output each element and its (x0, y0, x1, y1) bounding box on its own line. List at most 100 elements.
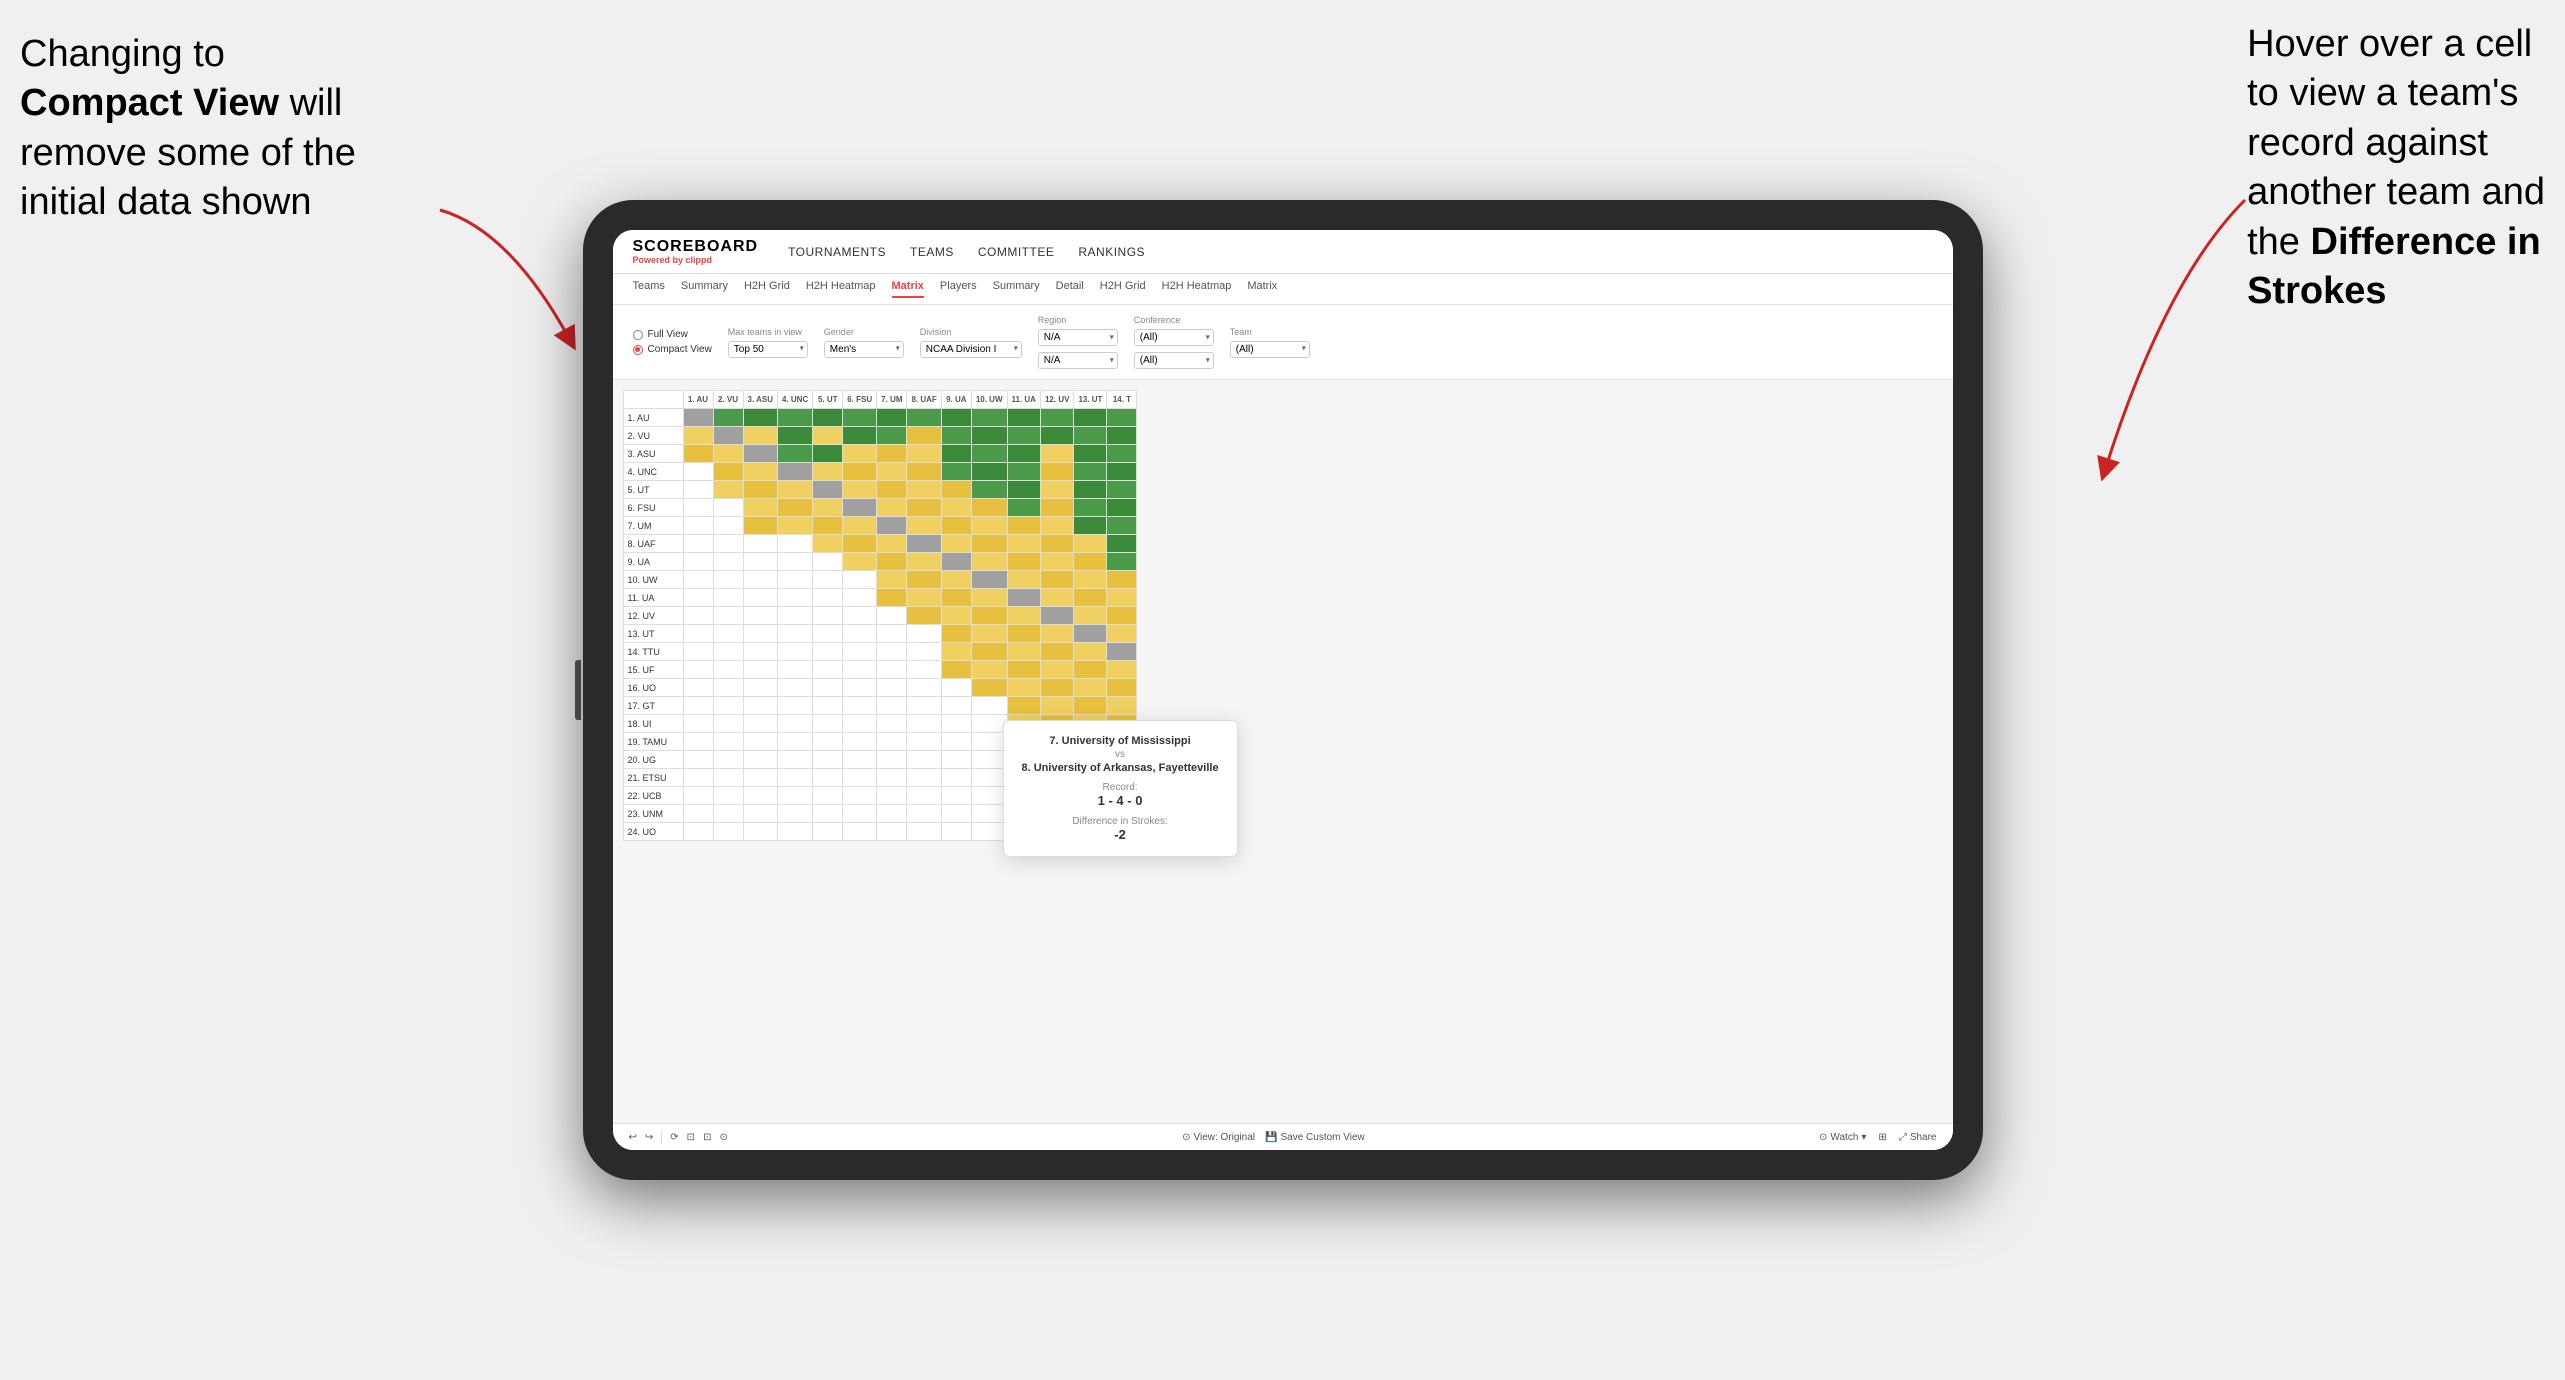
team-select[interactable]: (All) (1230, 341, 1310, 358)
view-original-button[interactable]: ⊙ View: Original (1182, 1132, 1255, 1143)
matrix-cell[interactable] (713, 553, 743, 571)
matrix-cell[interactable] (877, 535, 907, 553)
matrix-cell[interactable] (778, 697, 813, 715)
matrix-cell[interactable] (683, 553, 713, 571)
matrix-cell[interactable] (778, 805, 813, 823)
matrix-cell[interactable] (907, 409, 941, 427)
matrix-cell[interactable] (813, 769, 843, 787)
matrix-cell[interactable] (1040, 553, 1073, 571)
matrix-cell[interactable] (1040, 427, 1073, 445)
tab-detail[interactable]: Detail (1056, 280, 1084, 298)
matrix-cell[interactable] (743, 733, 778, 751)
matrix-cell[interactable] (1040, 607, 1073, 625)
matrix-cell[interactable] (907, 463, 941, 481)
matrix-cell[interactable] (941, 625, 971, 643)
matrix-cell[interactable] (813, 499, 843, 517)
matrix-cell[interactable] (907, 625, 941, 643)
matrix-cell[interactable] (941, 427, 971, 445)
matrix-cell[interactable] (907, 733, 941, 751)
matrix-cell[interactable] (907, 751, 941, 769)
matrix-cell[interactable] (1040, 589, 1073, 607)
matrix-cell[interactable] (1074, 463, 1107, 481)
matrix-cell[interactable] (813, 625, 843, 643)
matrix-cell[interactable] (813, 553, 843, 571)
matrix-cell[interactable] (743, 643, 778, 661)
matrix-cell[interactable] (907, 787, 941, 805)
matrix-cell[interactable] (877, 553, 907, 571)
matrix-cell[interactable] (1107, 499, 1137, 517)
matrix-cell[interactable] (778, 661, 813, 679)
matrix-cell[interactable] (813, 589, 843, 607)
matrix-cell[interactable] (1074, 517, 1107, 535)
matrix-cell[interactable] (713, 535, 743, 553)
matrix-cell[interactable] (713, 481, 743, 499)
matrix-cell[interactable] (971, 427, 1007, 445)
matrix-cell[interactable] (971, 535, 1007, 553)
matrix-cell[interactable] (743, 823, 778, 841)
matrix-cell[interactable] (1107, 679, 1137, 697)
watch-button[interactable]: ⊙ Watch ▾ (1819, 1132, 1866, 1143)
matrix-cell[interactable] (1107, 553, 1137, 571)
matrix-cell[interactable] (877, 643, 907, 661)
tab-players[interactable]: Players (940, 280, 977, 298)
matrix-cell[interactable] (843, 445, 877, 463)
matrix-cell[interactable] (1007, 607, 1040, 625)
matrix-cell[interactable] (971, 625, 1007, 643)
matrix-cell[interactable] (813, 805, 843, 823)
tab-h2h-heatmap-2[interactable]: H2H Heatmap (1162, 280, 1232, 298)
matrix-cell[interactable] (843, 589, 877, 607)
matrix-cell[interactable] (941, 643, 971, 661)
matrix-cell[interactable] (941, 409, 971, 427)
matrix-cell[interactable] (743, 661, 778, 679)
matrix-cell[interactable] (1074, 571, 1107, 589)
matrix-cell[interactable] (843, 409, 877, 427)
matrix-cell[interactable] (713, 409, 743, 427)
eye-button[interactable]: ⊙ (719, 1132, 727, 1143)
matrix-cell[interactable] (1107, 625, 1137, 643)
grid-button[interactable]: ⊡ (687, 1132, 695, 1143)
matrix-cell[interactable] (1007, 661, 1040, 679)
matrix-cell[interactable] (1107, 517, 1137, 535)
matrix-cell[interactable] (1074, 607, 1107, 625)
matrix-cell[interactable] (1040, 463, 1073, 481)
matrix-cell[interactable] (907, 643, 941, 661)
matrix-cell[interactable] (877, 805, 907, 823)
matrix-cell[interactable] (1107, 427, 1137, 445)
redo-button[interactable]: ↪ (645, 1132, 653, 1143)
layout-button[interactable]: ⊞ (1878, 1132, 1886, 1143)
matrix-cell[interactable] (813, 571, 843, 589)
matrix-cell[interactable] (1040, 445, 1073, 463)
matrix-cell[interactable] (743, 445, 778, 463)
tab-matrix-2[interactable]: Matrix (1247, 280, 1277, 298)
matrix-cell[interactable] (813, 715, 843, 733)
matrix-cell[interactable] (907, 661, 941, 679)
matrix-cell[interactable] (971, 553, 1007, 571)
matrix-cell[interactable] (713, 715, 743, 733)
matrix-cell[interactable] (971, 589, 1007, 607)
matrix-cell[interactable] (813, 481, 843, 499)
matrix-cell[interactable] (1040, 643, 1073, 661)
matrix-cell[interactable] (743, 535, 778, 553)
matrix-cell[interactable] (743, 517, 778, 535)
matrix-cell[interactable] (713, 751, 743, 769)
matrix-cell[interactable] (843, 607, 877, 625)
conference-select-2[interactable]: (All) (1134, 352, 1214, 369)
matrix-cell[interactable] (813, 535, 843, 553)
matrix-cell[interactable] (907, 445, 941, 463)
matrix-cell[interactable] (1007, 535, 1040, 553)
nav-tournaments[interactable]: TOURNAMENTS (788, 245, 886, 259)
matrix-cell[interactable] (907, 697, 941, 715)
full-view-option[interactable]: Full View (633, 329, 712, 340)
matrix-cell[interactable] (877, 499, 907, 517)
matrix-cell[interactable] (683, 445, 713, 463)
matrix-cell[interactable] (843, 625, 877, 643)
matrix-cell[interactable] (941, 823, 971, 841)
full-view-radio[interactable] (633, 330, 643, 340)
matrix-cell[interactable] (971, 499, 1007, 517)
matrix-cell[interactable] (843, 805, 877, 823)
matrix-cell[interactable] (813, 751, 843, 769)
matrix-cell[interactable] (907, 553, 941, 571)
matrix-cell[interactable] (813, 463, 843, 481)
matrix-cell[interactable] (813, 697, 843, 715)
matrix-cell[interactable] (941, 535, 971, 553)
